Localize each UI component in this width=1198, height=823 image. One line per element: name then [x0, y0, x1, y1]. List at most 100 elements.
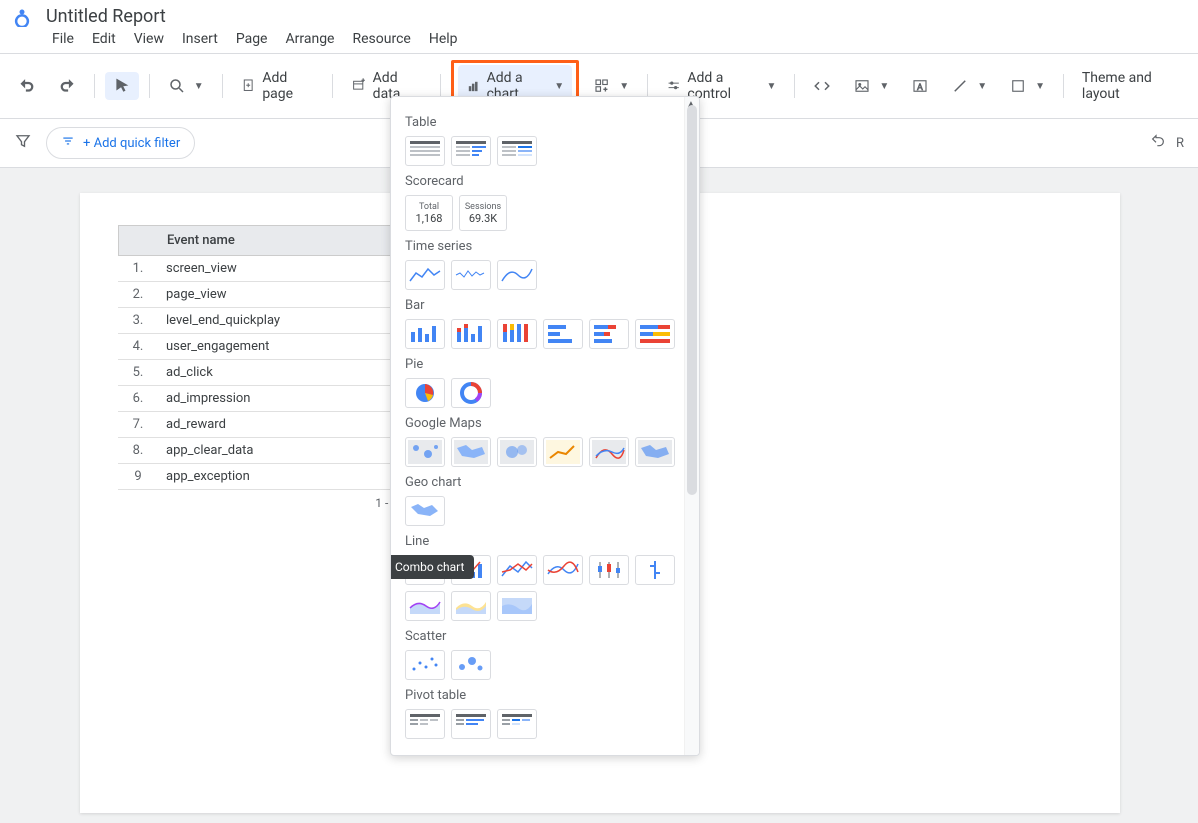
scorecard-compact-tile[interactable]: Sessions69.3K — [459, 195, 507, 231]
pivot-table-tile[interactable] — [405, 709, 445, 739]
combo-map-tile[interactable] — [589, 437, 629, 467]
shape-button[interactable]: ▼ — [1001, 72, 1053, 100]
candlestick-tile[interactable] — [589, 555, 629, 585]
row-num: 1. — [118, 261, 158, 276]
table-row[interactable]: 4.user_engagement — [118, 334, 398, 360]
100-stacked-bar-tile[interactable] — [635, 319, 675, 349]
area-chart-tile[interactable] — [405, 591, 445, 621]
separator — [647, 74, 648, 98]
row-num: 3. — [118, 313, 158, 328]
data-table[interactable]: Event name 1.screen_view2.page_view3.lev… — [118, 225, 398, 510]
text-icon: A — [911, 77, 929, 95]
section-geo-label: Geo chart — [405, 475, 685, 490]
menu-help[interactable]: Help — [429, 31, 458, 47]
add-quick-filter-label: + Add quick filter — [83, 136, 180, 151]
control-icon — [666, 77, 681, 95]
line-chart-tile[interactable] — [497, 555, 537, 585]
table-row[interactable]: 3.level_end_quickplay — [118, 308, 398, 334]
table-row[interactable]: 6.ad_impression — [118, 386, 398, 412]
menu-arrange[interactable]: Arrange — [286, 31, 335, 47]
looker-studio-logo-icon — [12, 7, 32, 27]
select-tool[interactable] — [105, 72, 139, 100]
menu-resource[interactable]: Resource — [352, 31, 410, 47]
pivot-bars-tile[interactable] — [451, 709, 491, 739]
row-value: app_clear_data — [158, 443, 398, 458]
row-value: screen_view — [158, 261, 398, 276]
zoom-button[interactable]: ▼ — [160, 72, 212, 100]
separator — [794, 74, 795, 98]
stacked-column-tile[interactable] — [451, 319, 491, 349]
pivot-heatmap-tile[interactable] — [497, 709, 537, 739]
line-map-tile[interactable] — [543, 437, 583, 467]
donut-chart-tile[interactable] — [451, 378, 491, 408]
stacked-area-tile[interactable] — [451, 591, 491, 621]
row-num: 5. — [118, 365, 158, 380]
menu-insert[interactable]: Insert — [182, 31, 218, 47]
menu-edit[interactable]: Edit — [92, 31, 116, 47]
image-button[interactable]: ▼ — [845, 72, 897, 100]
separator — [440, 74, 441, 98]
caret-down-icon: ▼ — [619, 81, 629, 92]
theme-layout-button[interactable]: Theme and layout — [1074, 65, 1188, 107]
table-row[interactable]: 7.ad_reward — [118, 412, 398, 438]
table-row[interactable]: 1.screen_view — [118, 256, 398, 282]
row-value: app_exception — [158, 469, 398, 484]
reset-icon[interactable] — [1150, 133, 1166, 153]
filter-icon[interactable] — [14, 132, 32, 154]
add-page-button[interactable]: Add page — [233, 65, 322, 107]
svg-text:+: + — [604, 85, 608, 93]
table-heatmap-tile[interactable] — [497, 136, 537, 166]
scorecard-tile[interactable]: Total1,168 — [405, 195, 453, 231]
text-button[interactable]: A — [903, 72, 937, 100]
row-value: ad_reward — [158, 417, 398, 432]
table-row[interactable]: 9app_exception — [118, 464, 398, 490]
filter-right: R — [1150, 133, 1184, 153]
table-row[interactable]: 2.page_view — [118, 282, 398, 308]
timeseries-tile[interactable] — [405, 260, 445, 290]
caret-down-icon: ▼ — [977, 81, 987, 92]
add-page-icon — [241, 77, 257, 95]
100-stacked-area-tile[interactable] — [497, 591, 537, 621]
smoothed-line-tile[interactable] — [543, 555, 583, 585]
row-value: ad_click — [158, 365, 398, 380]
row-value: user_engagement — [158, 339, 398, 354]
smoothed-ts-tile[interactable] — [497, 260, 537, 290]
filled-map-tile[interactable] — [451, 437, 491, 467]
table-row[interactable]: 8.app_clear_data — [118, 438, 398, 464]
pie-chart-tile[interactable] — [405, 378, 445, 408]
undo-button[interactable] — [10, 72, 44, 100]
menu-file[interactable]: File — [52, 31, 74, 47]
redo-button[interactable] — [50, 72, 84, 100]
menu-page[interactable]: Page — [236, 31, 268, 47]
caret-down-icon: ▼ — [194, 81, 204, 92]
embed-button[interactable] — [805, 72, 839, 100]
row-num: 9 — [118, 469, 158, 484]
scatter-tile[interactable] — [405, 650, 445, 680]
stacked-bar-tile[interactable] — [589, 319, 629, 349]
table-chart-tile[interactable] — [405, 136, 445, 166]
menu-view[interactable]: View — [134, 31, 164, 47]
bubble-chart-tile[interactable] — [451, 650, 491, 680]
section-line-label: Line — [405, 534, 685, 549]
100-stacked-column-tile[interactable] — [497, 319, 537, 349]
line-button[interactable]: ▼ — [943, 72, 995, 100]
bar-chart-tile[interactable] — [543, 319, 583, 349]
geo-chart-tile[interactable] — [405, 496, 445, 526]
document-title[interactable]: Untitled Report — [46, 6, 166, 27]
heatmap-tile[interactable] — [497, 437, 537, 467]
scrollbar-thumb[interactable] — [687, 105, 697, 495]
scrollbar[interactable]: ▲ — [684, 97, 699, 755]
bubble-map-tile[interactable] — [405, 437, 445, 467]
column-chart-tile[interactable] — [405, 319, 445, 349]
sparkline-tile[interactable] — [451, 260, 491, 290]
row-num: 4. — [118, 339, 158, 354]
ohlc-tile[interactable] — [635, 555, 675, 585]
table-bars-tile[interactable] — [451, 136, 491, 166]
title-row: Untitled Report — [0, 0, 1198, 27]
filled-map2-tile[interactable] — [635, 437, 675, 467]
separator — [222, 74, 223, 98]
add-quick-filter-button[interactable]: + Add quick filter — [46, 127, 195, 159]
separator — [1063, 74, 1064, 98]
section-pie-label: Pie — [405, 357, 685, 372]
table-row[interactable]: 5.ad_click — [118, 360, 398, 386]
